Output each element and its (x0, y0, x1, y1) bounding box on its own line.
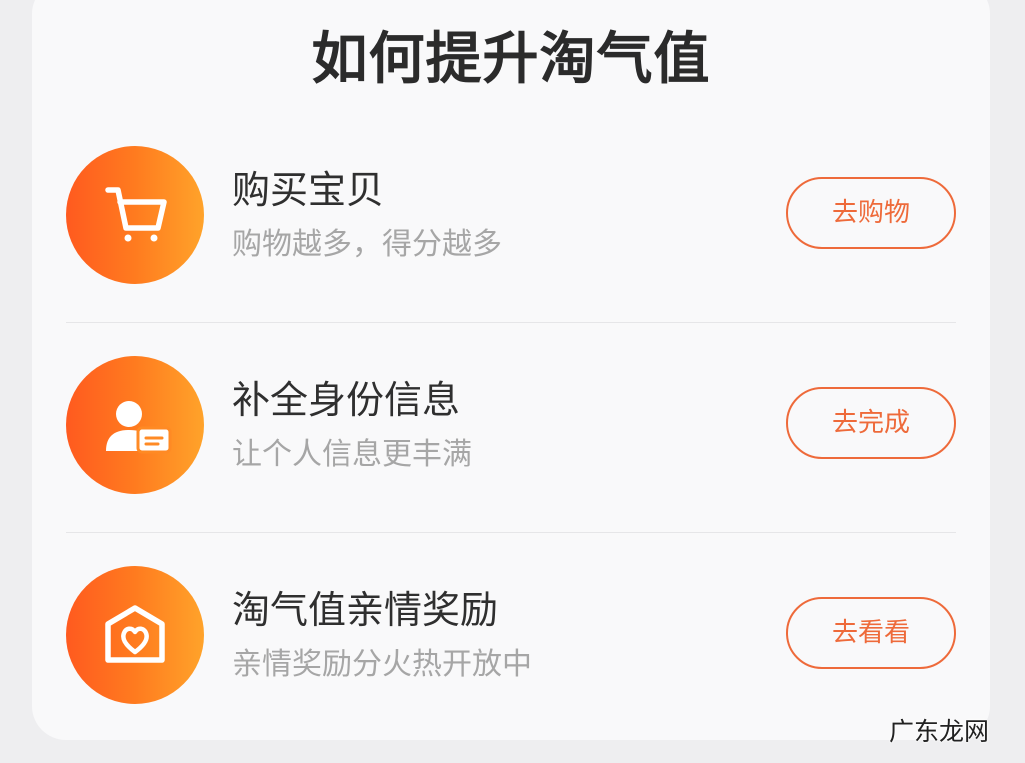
divider (66, 532, 956, 533)
task-title: 淘气值亲情奖励 (232, 588, 499, 632)
task-row-profile: 补全身份信息 让个人信息更丰满 去完成 (32, 356, 990, 516)
task-description: 亲情奖励分火热开放中 (232, 647, 532, 682)
divider (66, 322, 956, 323)
go-shopping-button[interactable]: 去购物 (786, 177, 956, 249)
task-row-shopping: 购买宝贝 购物越多，得分越多 去购物 (32, 146, 990, 306)
task-title: 补全身份信息 (232, 378, 461, 422)
task-description: 购物越多，得分越多 (232, 227, 502, 262)
page-title: 如何提升淘气值 (311, 27, 711, 92)
shopping-cart-icon (66, 146, 204, 284)
go-complete-button[interactable]: 去完成 (786, 387, 956, 459)
watermark: 广东龙网 (889, 717, 990, 746)
task-title: 购买宝贝 (232, 168, 385, 212)
home-heart-icon (66, 566, 204, 704)
user-card-icon (66, 356, 204, 494)
task-row-family: 淘气值亲情奖励 亲情奖励分火热开放中 去看看 (32, 566, 990, 726)
task-description: 让个人信息更丰满 (232, 437, 472, 472)
task-card: 如何提升淘气值 购买宝贝 购物越多，得分越多 去购物 补全身份信息 让个人信息更… (32, 0, 990, 740)
go-look-button[interactable]: 去看看 (786, 597, 956, 669)
